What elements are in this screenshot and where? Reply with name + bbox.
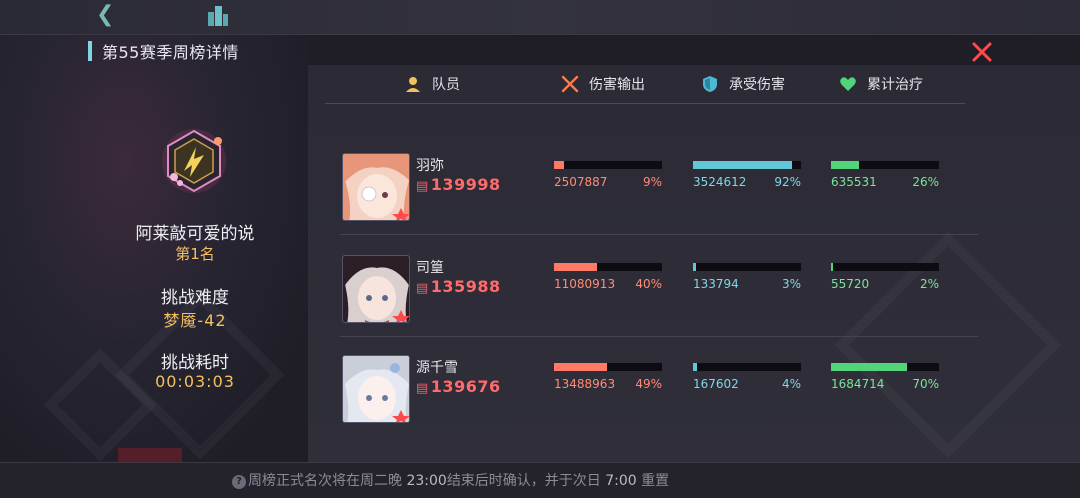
player-rank: 第1名 [175, 245, 215, 263]
member-power: ▤ 139676 [416, 377, 501, 396]
column-header-damage: 伤害输出 [561, 73, 645, 95]
close-x-icon[interactable] [970, 40, 994, 64]
damage-bar [554, 363, 662, 371]
heal-value: 1684714 [831, 377, 885, 391]
heal-percent: 26% [912, 175, 939, 189]
member-power: ▤ 139998 [416, 175, 501, 194]
taken-bar [693, 161, 801, 169]
back-chevron-icon[interactable]: ❮ [96, 2, 114, 27]
column-header-heal: 累计治疗 [839, 73, 923, 95]
damage-percent: 49% [635, 377, 662, 391]
top-bar-background: ❮ [0, 0, 1080, 34]
taken-value: 167602 [693, 377, 739, 391]
heal-bar [831, 161, 939, 169]
crossed-swords-icon [561, 75, 579, 93]
heal-bar [831, 363, 939, 371]
taken-bar-fill [693, 263, 697, 271]
taken-percent: 92% [774, 175, 801, 189]
difficulty-value: 梦魇-42 [163, 311, 227, 330]
member-avatar[interactable] [342, 255, 410, 323]
row-divider [340, 234, 978, 235]
title-accent [88, 41, 92, 61]
heart-icon [840, 77, 856, 91]
notice-prefix: 周榜正式名次将在周二晚 [248, 473, 402, 489]
taken-bar-fill [693, 161, 793, 169]
member-power: ▤ 135988 [416, 277, 501, 296]
damage-bar [554, 161, 662, 169]
taken-bar-fill [693, 363, 698, 371]
rank-medal-icon [162, 129, 226, 193]
panel-title-bar: 第55赛季周榜详情 [88, 41, 239, 62]
heal-bar-fill [831, 161, 860, 169]
time-value: 00:03:03 [155, 372, 235, 391]
damage-value: 2507887 [554, 175, 608, 189]
power-icon: ▤ [416, 179, 429, 194]
column-header-taken: 承受伤害 [701, 73, 785, 95]
city-icon[interactable] [206, 4, 230, 26]
taken-value: 133794 [693, 277, 739, 291]
notice-mid: 结束后时确认，并于次日 [446, 473, 601, 489]
taken-bar [693, 263, 801, 271]
member-power-value: 135988 [430, 277, 501, 296]
power-icon: ▤ [416, 381, 429, 396]
player-name: 阿莱敲可爱的说 [135, 224, 255, 244]
member-icon [406, 77, 420, 92]
member-row[interactable]: 司篁 ▤ 135988 11080913 40% 133794 3% 55720 … [340, 247, 966, 333]
heal-bar-fill [831, 363, 907, 371]
heal-bar-fill [831, 263, 834, 271]
member-power-value: 139998 [430, 175, 501, 194]
member-row[interactable]: 羽弥 ▤ 139998 2507887 9% 3524612 92% 635531… [340, 145, 966, 231]
header-damage-label: 伤害输出 [589, 77, 645, 93]
heal-percent: 2% [919, 277, 939, 291]
season-weekly-detail-panel: 第55赛季周榜详情 阿莱敲可爱的说 第1名 挑战难度 梦魇-42 挑战耗时 00… [0, 34, 1080, 463]
info-icon: ? [232, 475, 246, 489]
damage-percent: 40% [635, 277, 662, 291]
reset-notice: ? 周榜正式名次将在周二晚 23:00结束后时确认，并于次日 7:00 重置 [232, 470, 669, 490]
member-row[interactable]: 源千雪 ▤ 139676 13488963 49% 167602 4% 16847… [340, 347, 966, 433]
power-icon: ▤ [416, 281, 429, 296]
damage-percent: 9% [642, 175, 662, 189]
member-power-value: 139676 [430, 377, 501, 396]
taken-percent: 3% [781, 277, 801, 291]
member-avatar[interactable] [342, 355, 410, 423]
header-taken-label: 承受伤害 [729, 77, 785, 93]
column-header-member: 队员 [404, 73, 460, 95]
difficulty-label: 挑战难度 [161, 288, 229, 308]
damage-value: 11080913 [554, 277, 616, 291]
member-name: 司篁 [416, 260, 444, 276]
taken-value: 3524612 [693, 175, 747, 189]
damage-bar-fill [554, 263, 598, 271]
damage-bar-fill [554, 161, 564, 169]
damage-bar [554, 263, 662, 271]
row-divider [340, 336, 978, 337]
header-heal-label: 累计治疗 [867, 77, 923, 93]
heal-value: 635531 [831, 175, 877, 189]
shield-icon [703, 76, 717, 92]
panel-title: 第55赛季周榜详情 [102, 43, 239, 62]
member-name: 羽弥 [416, 158, 444, 174]
taken-percent: 4% [781, 377, 801, 391]
notice-time-2: 7:00 [605, 473, 637, 489]
member-avatar[interactable] [342, 153, 410, 221]
member-name: 源千雪 [416, 360, 458, 376]
header-member-label: 队员 [432, 77, 460, 93]
damage-value: 13488963 [554, 377, 616, 391]
notice-time-1: 23:00 [406, 473, 447, 489]
heal-percent: 70% [912, 377, 939, 391]
time-label: 挑战耗时 [161, 353, 229, 373]
taken-bar [693, 363, 801, 371]
notice-suffix: 重置 [641, 473, 670, 489]
damage-bar-fill [554, 363, 607, 371]
heal-value: 55720 [831, 277, 870, 291]
heal-bar [831, 263, 939, 271]
header-divider [325, 103, 965, 104]
